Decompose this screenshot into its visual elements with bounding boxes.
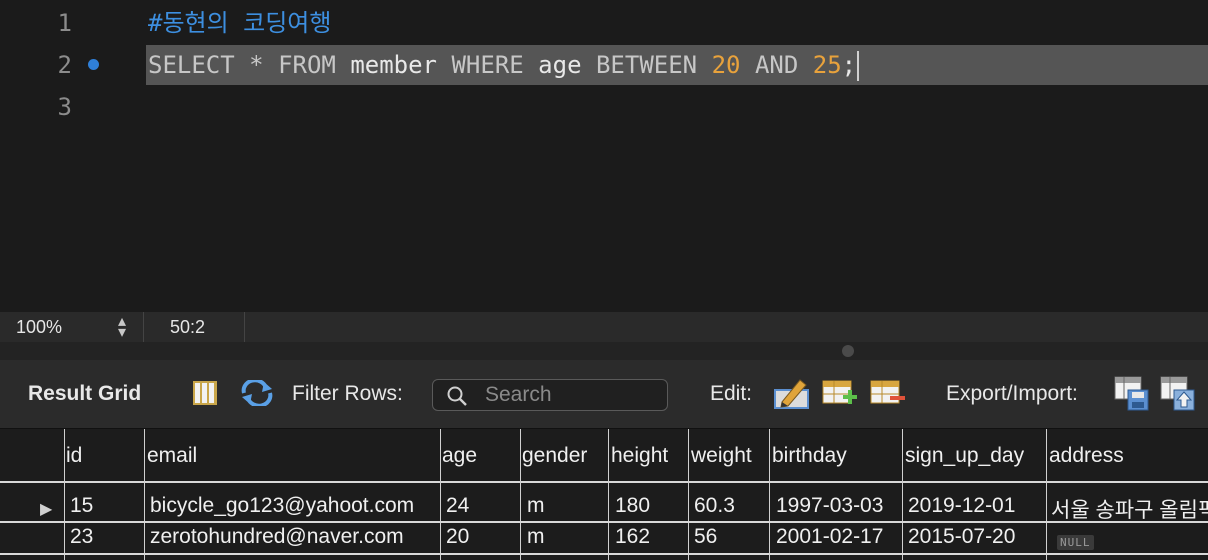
line-number: 1 xyxy=(57,9,72,37)
toggle-columns-icon[interactable] xyxy=(192,380,218,412)
statement-marker-icon xyxy=(88,59,99,70)
cell-id[interactable]: 15 xyxy=(70,494,93,518)
line-number: 3 xyxy=(57,93,72,121)
filter-rows-label: Filter Rows: xyxy=(292,382,403,405)
table-row[interactable]: 23 zerotohundred@naver.com 20 m 162 56 2… xyxy=(0,523,1208,553)
cell-sign-up-day[interactable]: 2019-12-01 xyxy=(908,494,1015,518)
refresh-icon[interactable] xyxy=(240,378,274,412)
divider xyxy=(244,312,245,342)
cell-gender[interactable]: m xyxy=(527,525,545,549)
cell-address-null[interactable]: NULL xyxy=(1057,528,1094,552)
edit-pencil-icon[interactable] xyxy=(774,376,810,416)
add-row-icon[interactable] xyxy=(822,380,858,414)
splitter-handle[interactable] xyxy=(842,345,854,357)
column-header-email[interactable]: email xyxy=(147,444,197,468)
result-grid-label[interactable]: Result Grid xyxy=(28,382,141,406)
row-divider xyxy=(0,553,1208,555)
line-number: 2 xyxy=(57,51,72,79)
cell-height[interactable]: 180 xyxy=(615,494,650,518)
column-header-weight[interactable]: weight xyxy=(691,444,752,468)
edit-label: Edit: xyxy=(710,382,753,405)
export-icon[interactable] xyxy=(1114,376,1150,418)
search-placeholder: Search xyxy=(485,383,552,406)
editor-line-2[interactable]: 2 SELECT * FROM member WHERE age BETWEEN… xyxy=(0,44,1208,86)
cell-weight[interactable]: 56 xyxy=(694,525,717,549)
cell-gender[interactable]: m xyxy=(527,494,545,518)
column-header-sign-up-day[interactable]: sign_up_day xyxy=(905,444,1024,468)
result-grid[interactable]: id email age gender height weight birthd… xyxy=(0,429,1208,560)
import-icon[interactable] xyxy=(1160,376,1196,418)
cell-height[interactable]: 162 xyxy=(615,525,650,549)
code-comment: #동현의 코딩여행 xyxy=(148,9,332,37)
column-header-gender[interactable]: gender xyxy=(522,444,587,468)
editor-status-bar: 100% ▴ ▾ 50:2 xyxy=(0,312,1208,342)
cell-email[interactable]: zerotohundred@naver.com xyxy=(150,525,438,549)
column-header-birthday[interactable]: birthday xyxy=(772,444,847,468)
search-icon xyxy=(446,385,468,413)
null-badge: NULL xyxy=(1057,535,1094,550)
zoom-stepper-icon[interactable]: ▴ ▾ xyxy=(118,314,126,341)
current-row-arrow-icon: ▶ xyxy=(40,501,53,518)
cursor-position: 50:2 xyxy=(170,317,206,337)
table-row[interactable]: ▶ 15 bicycle_go123@yahoot.com 24 m 180 6… xyxy=(0,491,1208,524)
cell-birthday[interactable]: 2001-02-17 xyxy=(776,525,883,549)
column-header-id[interactable]: id xyxy=(66,444,82,468)
zoom-level[interactable]: 100% xyxy=(16,317,62,338)
cell-id[interactable]: 23 xyxy=(70,525,93,549)
sql-editor[interactable]: 1 #동현의 코딩여행 2 SELECT * FROM member WHERE… xyxy=(0,0,1208,312)
column-header-age[interactable]: age xyxy=(442,444,477,468)
sql-statement: SELECT * FROM member WHERE age BETWEEN 2… xyxy=(148,44,860,86)
cell-sign-up-day[interactable]: 2015-07-20 xyxy=(908,525,1015,549)
editor-line-3[interactable]: 3 xyxy=(0,86,1208,128)
text-caret xyxy=(857,51,860,81)
cell-weight[interactable]: 60.3 xyxy=(694,494,735,518)
column-header-height[interactable]: height xyxy=(611,444,668,468)
cell-address[interactable]: 서울 송파구 올림픽 xyxy=(1051,494,1208,524)
delete-row-icon[interactable] xyxy=(870,380,906,414)
divider xyxy=(143,312,144,342)
grid-header: id email age gender height weight birthd… xyxy=(0,429,1208,483)
column-header-address[interactable]: address xyxy=(1049,444,1124,468)
result-toolbar: Result Grid Filter Rows: Search Edit: Ex… xyxy=(0,360,1208,429)
cell-email[interactable]: bicycle_go123@yahoot.com xyxy=(150,494,438,518)
panel-splitter[interactable] xyxy=(0,342,1208,360)
cell-birthday[interactable]: 1997-03-03 xyxy=(776,494,883,518)
export-import-label: Export/Import: xyxy=(946,382,1078,405)
editor-line-1[interactable]: 1 #동현의 코딩여행 xyxy=(0,2,1208,44)
cell-age[interactable]: 20 xyxy=(446,525,469,549)
filter-search-input[interactable]: Search xyxy=(432,379,668,411)
cell-age[interactable]: 24 xyxy=(446,494,469,518)
